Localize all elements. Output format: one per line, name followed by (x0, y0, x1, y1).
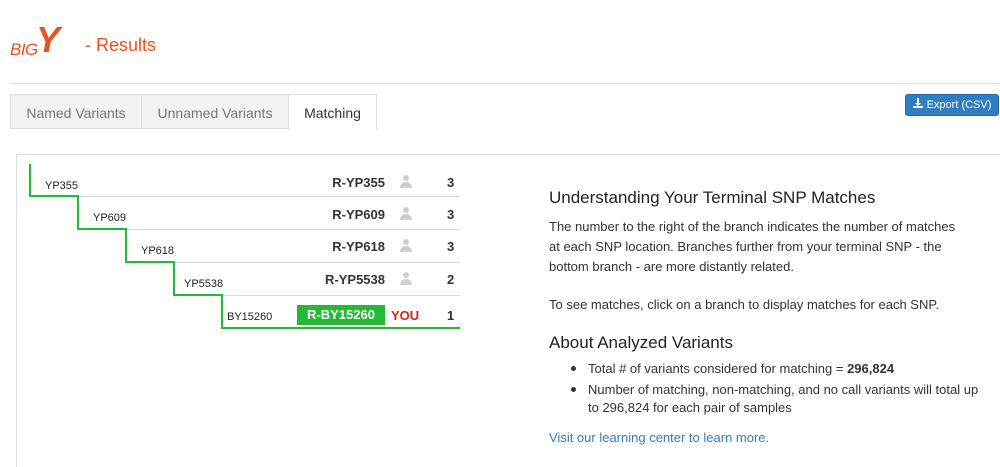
learning-center-link[interactable]: Visit our learning center to learn more. (549, 430, 769, 445)
understanding-heading: Understanding Your Terminal SNP Matches (549, 188, 876, 207)
row-divider (126, 229, 460, 230)
snp-label: YP355 (45, 180, 79, 192)
branch-line (125, 228, 127, 263)
branch-line (29, 195, 79, 197)
matches-instruction: To see matches, click on a branch to dis… (549, 297, 939, 312)
branch-name[interactable]: R-YP5538 (290, 272, 385, 287)
match-count[interactable]: 1 (447, 308, 454, 323)
branch-line (77, 228, 127, 230)
branch-line (173, 294, 223, 296)
branch-name[interactable]: R-YP618 (290, 239, 385, 254)
branch-line (173, 261, 175, 296)
download-icon (912, 96, 923, 116)
export-csv-button[interactable]: Export (CSV) (905, 94, 999, 116)
analyzed-heading: About Analyzed Variants (549, 333, 733, 352)
snp-label: YP618 (141, 245, 175, 257)
variant-total: 296,824 (847, 361, 895, 376)
bullet-icon (571, 387, 576, 392)
snp-label: YP609 (93, 212, 127, 224)
person-icon (399, 207, 413, 221)
export-csv-label: Export (CSV) (926, 99, 992, 111)
row-divider (222, 295, 460, 296)
terminal-snp-badge[interactable]: R-BY15260 (297, 305, 385, 325)
list-item: Number of matching, non-matching, and no… (569, 381, 989, 417)
branch-name[interactable]: R-YP609 (290, 207, 385, 222)
bullet-text: Total # of variants considered for match… (588, 361, 848, 376)
list-item: Total # of variants considered for match… (569, 360, 989, 378)
branch-line (29, 164, 31, 197)
person-icon (399, 239, 413, 253)
person-icon (399, 175, 413, 189)
person-icon (399, 272, 413, 286)
analyzed-list: Total # of variants considered for match… (569, 360, 989, 420)
terminal-branch-line (221, 327, 460, 329)
snp-tree: YP355 R-YP355 3 YP609 R-YP609 3 YP618 R-… (0, 0, 470, 467)
bullet-text: Number of matching, non-matching, and no… (588, 382, 979, 415)
bullet-icon (571, 366, 576, 371)
match-count[interactable]: 2 (447, 272, 454, 287)
branch-line (221, 294, 223, 329)
branch-line (77, 195, 79, 230)
branch-name[interactable]: R-YP355 (290, 175, 385, 190)
branch-line (125, 261, 175, 263)
match-count[interactable]: 3 (447, 175, 454, 190)
row-divider (78, 196, 460, 197)
snp-label: BY15260 (227, 311, 273, 323)
match-count[interactable]: 3 (447, 239, 454, 254)
match-count[interactable]: 3 (447, 207, 454, 222)
you-label: YOU (391, 308, 420, 323)
snp-label: YP5538 (184, 278, 224, 290)
row-divider (174, 262, 460, 263)
understanding-text: The number to the right of the branch in… (549, 219, 956, 274)
